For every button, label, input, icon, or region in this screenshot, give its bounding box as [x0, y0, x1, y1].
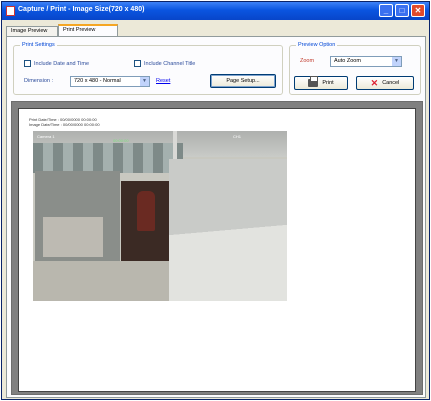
print-preview-area[interactable]: Print Date/Time : 00/00/0000 00:00:00 Im… — [11, 101, 423, 395]
print-preview-panel: Print Settings Include Date and Time Inc… — [6, 36, 426, 398]
maximize-button[interactable]: □ — [395, 4, 409, 17]
preview-option-group: Preview Option Zoom Auto Zoom ▼ Print ✕ … — [289, 42, 421, 95]
dimension-label: Dimension : — [24, 78, 54, 84]
wall — [169, 159, 287, 301]
tab-print-preview[interactable]: Print Preview — [58, 24, 118, 36]
dimension-value: 720 x 480 - Normal — [74, 78, 121, 84]
window-title: Capture / Print - Image Size(720 x 480) — [18, 6, 145, 13]
zoom-value: Auto Zoom — [334, 58, 361, 64]
dimension-select[interactable]: 720 x 480 - Normal ▼ — [70, 76, 150, 87]
pillar — [173, 131, 177, 159]
camera-time-overlay: 00:00:00 — [113, 138, 129, 143]
print-button[interactable]: Print — [294, 76, 348, 90]
desk — [43, 217, 103, 257]
checkbox-box[interactable] — [134, 60, 141, 67]
include-date-time-checkbox[interactable]: Include Date and Time — [24, 60, 89, 67]
captured-camera-image: Camera 1 00:00:00 CH1 — [33, 131, 287, 301]
page-setup-label: Page Setup... — [226, 78, 260, 84]
checkbox-box[interactable] — [24, 60, 31, 67]
reset-link[interactable]: Reset — [156, 78, 170, 84]
include-channel-title-checkbox[interactable]: Include Channel Title — [134, 60, 195, 67]
printer-icon — [308, 76, 319, 87]
camera-name-overlay: Camera 1 — [37, 134, 55, 139]
preview-option-title: Preview Option — [296, 42, 338, 48]
dropdown-arrow-icon[interactable]: ▼ — [392, 57, 401, 66]
dropdown-arrow-icon[interactable]: ▼ — [140, 77, 149, 86]
include-date-time-label: Include Date and Time — [34, 60, 90, 67]
window-blinds — [33, 143, 183, 173]
app-icon — [6, 6, 15, 16]
close-button[interactable]: ✕ — [411, 4, 425, 17]
print-button-label: Print — [322, 80, 334, 86]
zoom-select[interactable]: Auto Zoom ▼ — [330, 56, 402, 67]
camera-channel-overlay: CH1 — [233, 134, 242, 139]
floor — [33, 261, 169, 301]
include-channel-title-label: Include Channel Title — [144, 60, 196, 67]
print-settings-group: Print Settings Include Date and Time Inc… — [13, 42, 283, 95]
page-setup-button[interactable]: Page Setup... — [210, 74, 276, 88]
person — [137, 191, 155, 231]
print-settings-title: Print Settings — [20, 42, 57, 48]
preview-page: Print Date/Time : 00/00/0000 00:00:00 Im… — [18, 108, 416, 392]
tab-image-preview[interactable]: Image Preview — [6, 26, 58, 36]
zoom-label: Zoom — [300, 58, 315, 64]
cancel-button-label: Cancel — [382, 80, 400, 86]
title-bar: Capture / Print - Image Size(720 x 480) … — [2, 2, 429, 20]
minimize-button[interactable]: _ — [379, 4, 393, 17]
capture-print-window: Capture / Print - Image Size(720 x 480) … — [1, 1, 430, 400]
cancel-button[interactable]: ✕ Cancel — [356, 76, 414, 90]
close-x-icon: ✕ — [370, 77, 379, 88]
image-datetime-text: Image Date/Time : 00/00/0000 00:00:00 — [29, 122, 100, 127]
